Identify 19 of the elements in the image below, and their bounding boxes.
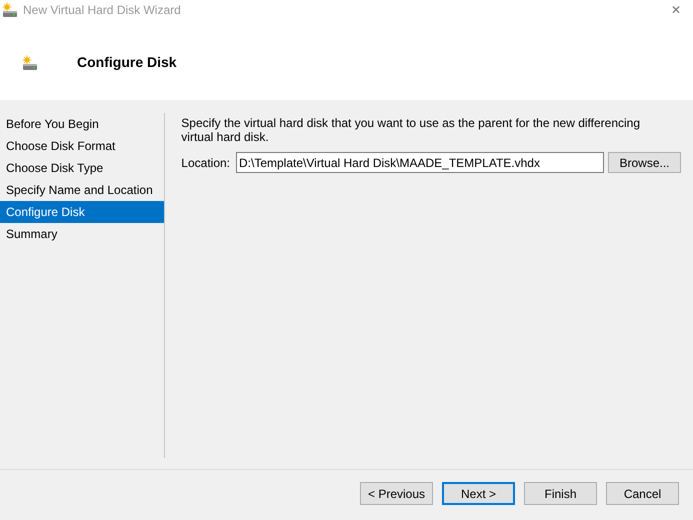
close-button[interactable]: ✕ — [661, 0, 691, 20]
window-title: New Virtual Hard Disk Wizard — [23, 2, 181, 19]
wizard-button[interactable]: Cancel — [606, 482, 679, 505]
location-label: Location: — [181, 154, 230, 172]
disk-icon — [22, 54, 38, 70]
wizard-step[interactable]: Configure Disk — [0, 201, 164, 223]
wizard-step[interactable]: Choose Disk Format — [0, 135, 164, 157]
wizard-step[interactable]: Specify Name and Location — [0, 179, 164, 201]
browse-button[interactable]: Browse... — [608, 152, 681, 173]
disk-icon — [2, 2, 18, 18]
location-field[interactable]: D:\Template\Virtual Hard Disk\MAADE_TEMPLATE.vhdx — [236, 152, 604, 173]
wizard-step[interactable]: Before You Begin — [0, 113, 164, 135]
description-text: Specify the virtual hard disk that you want to use as the parent for the new differencing virtual hard disk. — [181, 116, 642, 144]
wizard-button[interactable]: Next > — [442, 482, 515, 505]
wizard-button[interactable]: < Previous — [360, 482, 433, 505]
wizard-step[interactable]: Summary — [0, 223, 164, 245]
wizard-step[interactable]: Choose Disk Type — [0, 157, 164, 179]
page-heading: Configure Disk — [77, 53, 177, 72]
wizard-button[interactable]: Finish — [524, 482, 597, 505]
